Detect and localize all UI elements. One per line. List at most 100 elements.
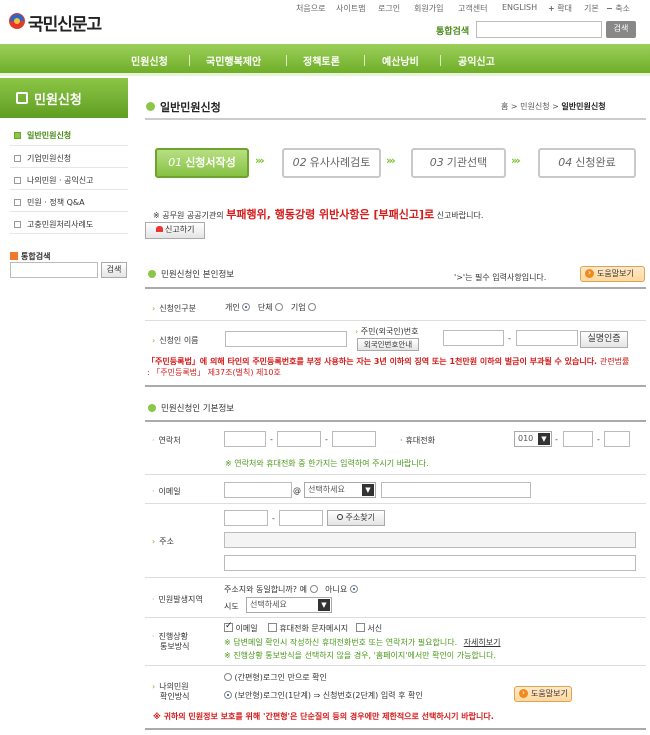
contact-note: ※ 연락처와 휴대전화 중 한가지는 입력하여 주시기 바랍니다. [225,459,429,468]
topnav-home[interactable]: 처음으로 [296,3,325,14]
notify-detail-link[interactable]: 자세히보기 [464,638,501,647]
chevron-down-icon: ▼ [318,599,330,611]
page-title: 일반민원신청 [160,101,221,114]
sidebar-divider [10,211,128,212]
applicant-name-input[interactable] [225,331,347,347]
check-option-secure: (보안형)로그인(1단계) ⇒ 신청번호(2단계) 입력 후 확인 [224,690,423,701]
sidebar-divider [10,167,128,168]
radio-origin-yes[interactable] [309,585,318,593]
email-domain-select[interactable]: 선택하세요 ▼ [304,482,376,498]
topnav-login[interactable]: 로그인 [378,3,400,14]
bullet-icon [14,221,21,228]
top-search-button[interactable]: 검색 [606,21,636,38]
gnb-divider [440,55,441,66]
rrn-back-input[interactable] [516,330,578,346]
top-search-label: 통합검색 [436,27,470,37]
step-3: 03 기관선택 [411,148,506,178]
notify-options: 이메일 휴대전화 문자메시지 서신 [224,621,382,634]
sidebar-item-qna[interactable]: 민원 · 정책 Q&A [14,197,85,208]
gnb-item-public-report[interactable]: 공익신고 [458,53,495,68]
contact-label: · 연락처 [152,436,181,445]
sidebar-item-my-petitions[interactable]: 나의민원 · 공익신고 [14,175,94,186]
siren-icon [155,226,163,232]
identity-help-button[interactable]: 도움말보기 [580,266,645,282]
gnb-item-petition[interactable]: 민원신청 [131,53,168,68]
top-search-input[interactable] [476,21,602,38]
topnav-sitemap[interactable]: 사이트맵 [336,3,365,14]
mobile-part2-input[interactable] [563,431,593,447]
basic-info-heading: 민원신청인 기본정보 [148,402,234,414]
gnb-item-policy-debate[interactable]: 정책토론 [303,53,340,68]
phone-part2-input[interactable] [277,431,321,447]
email-domain-input[interactable] [381,482,531,498]
row-divider [145,503,646,504]
gnb-divider [286,55,287,66]
sidebar-search-button[interactable]: 검색 [101,262,127,278]
sido-select[interactable]: 선택하세요 ▼ [246,597,332,613]
address-line1-input[interactable] [224,532,636,548]
logo-emblem-icon [9,13,25,29]
title-divider [145,118,646,120]
verify-name-button[interactable]: 실명인증 [580,331,628,348]
radio-company[interactable] [308,303,317,311]
section-bottom-border [145,385,646,387]
zipcode-back-input[interactable] [279,510,323,526]
notify-method-label: · 진행상황 통보방식 [152,632,190,651]
zoom-in-button[interactable]: + 확대 [548,3,572,14]
zipcode-front-input[interactable] [224,510,268,526]
sidebar-search-input[interactable] [10,262,98,278]
topnav-signup[interactable]: 회원가입 [414,3,443,14]
topnav-support[interactable]: 고객센터 [458,3,487,14]
step-2: 02 유사사례검토 [282,148,381,178]
bullet-icon [14,199,21,206]
bullet-icon [14,177,21,184]
identity-heading: 민원신청인 본인정보 [148,268,234,280]
search-icon [337,514,343,520]
sidebar-item-general-petition[interactable]: 일반민원신청 [14,130,71,141]
rrn-front-input[interactable] [443,330,504,346]
sidebar-divider [10,189,128,190]
notify-note1: ※ 답변메일 확인시 작성하신 휴대전화번호 또는 연락처가 필요합니다. 자세… [224,638,501,647]
bullet-icon [14,155,21,162]
applicant-name-label: › 신청인 이름 [152,336,199,345]
breadcrumb-petition[interactable]: 민원신청 [520,102,549,111]
checkbox-sms[interactable] [267,623,277,632]
mobile-part3-input[interactable] [604,431,630,447]
section-top-border [145,287,646,289]
sidebar-search-label: 통합검색 [10,251,50,262]
sido-label: 시도 [224,602,239,611]
checkbox-email[interactable] [224,621,233,632]
radio-group[interactable] [275,303,284,311]
sidebar-item-cases[interactable]: 고충민원처리사례도 [14,219,93,230]
breadcrumb-home[interactable]: 홈 [501,102,508,111]
check-help-button[interactable]: 도움말보기 [514,686,572,702]
applicant-type-options: 개인 단체 기업 [225,302,317,313]
foreign-number-guide-button[interactable]: 외국인번호안내 [357,338,419,351]
gnb-item-budget-waste[interactable]: 예산낭비 [382,53,419,68]
sidebar-title-box: 민원신청 [0,78,128,118]
radio-check-secure[interactable] [224,691,232,699]
main-nav: 민원신청 국민행복제안 정책토론 예산낭비 공익신고 [0,44,650,76]
applicant-type-label: › 신청인구분 [152,304,197,313]
rrn-dash: - [508,334,511,343]
radio-origin-no[interactable] [349,585,358,593]
step-arrow-icon: ››› [255,154,265,167]
radio-check-simple[interactable] [224,673,232,681]
address-line2-input[interactable] [224,555,636,571]
find-address-button[interactable]: 주소찾기 [327,510,385,526]
gnb-item-proposal[interactable]: 국민행복제안 [206,53,261,68]
chevron-down-icon: ▼ [362,484,374,496]
email-id-input[interactable] [224,482,292,498]
sidebar-item-business-petition[interactable]: 기업민원신청 [14,153,71,164]
report-button[interactable]: 신고하기 [145,222,205,239]
zoom-default-button[interactable]: 기본 [584,3,599,14]
phone-part1-input[interactable] [224,431,266,447]
topnav-english[interactable]: ENGLISH [502,3,537,12]
phone-part3-input[interactable] [332,431,376,447]
checkbox-letter[interactable] [355,623,365,632]
radio-individual[interactable] [242,303,251,311]
zoom-out-button[interactable]: − 축소 [606,3,630,14]
minus-icon: − [606,4,613,13]
mobile-prefix-select[interactable]: 010 ▼ [514,431,552,447]
search-icon [10,252,18,260]
